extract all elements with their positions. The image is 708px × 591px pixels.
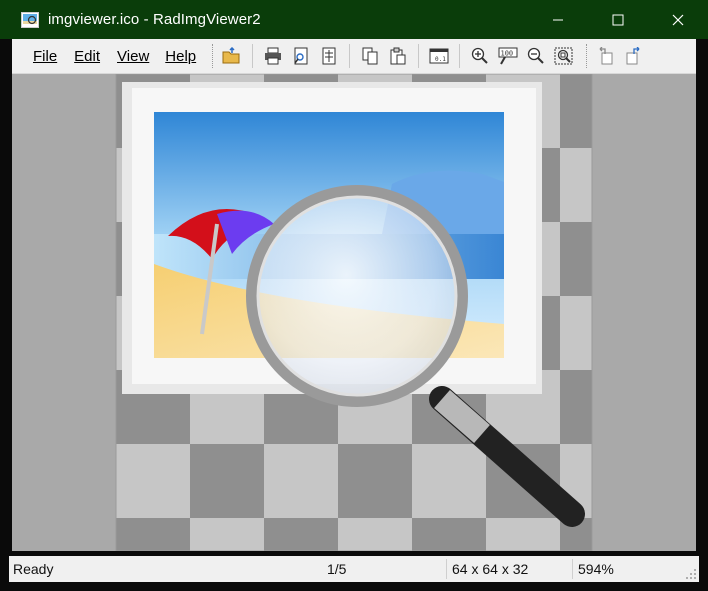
close-button[interactable]	[648, 0, 708, 39]
zoom-in-icon	[471, 47, 488, 64]
svg-text:100: 100	[501, 50, 514, 58]
properties-button[interactable]	[317, 44, 341, 68]
copy-button[interactable]	[358, 44, 382, 68]
toolbar-separator	[349, 44, 351, 68]
window-title: imgviewer.ico - RadImgViewer2	[48, 11, 261, 28]
rotate-right-button[interactable]	[622, 44, 646, 68]
print-preview-icon	[294, 47, 308, 65]
print-icon	[265, 47, 282, 65]
zoom-fit-button[interactable]	[552, 44, 576, 68]
menu-and-toolbar: File Edit View Help 0.1 100	[12, 39, 696, 74]
toolbar-grip[interactable]	[212, 44, 216, 68]
rotate-left-button[interactable]	[594, 44, 618, 68]
paste-icon	[390, 47, 406, 65]
status-divider	[446, 559, 447, 579]
menu-view[interactable]: View	[117, 48, 149, 65]
copy-icon	[362, 47, 378, 65]
status-dimensions: 64 x 64 x 32	[452, 561, 529, 577]
close-icon	[672, 14, 684, 25]
open-folder-icon	[222, 47, 240, 64]
image-canvas[interactable]	[12, 74, 696, 551]
toolbar-separator	[459, 44, 461, 68]
svg-text:0.1: 0.1	[435, 56, 446, 63]
app-window: imgviewer.ico - RadImgViewer2 File Edit …	[0, 0, 708, 591]
menu-edit[interactable]: Edit	[74, 48, 100, 65]
status-divider	[572, 559, 573, 579]
slideshow-icon: 0.1	[429, 48, 449, 64]
rotate-left-icon	[599, 47, 613, 65]
status-bar: Ready 1/5 64 x 64 x 32 594%	[9, 556, 699, 582]
status-frame: 1/5	[327, 561, 347, 577]
toolbar-separator	[418, 44, 420, 68]
zoom-out-icon	[527, 47, 544, 64]
open-button[interactable]	[220, 44, 244, 68]
actual-size-icon: 100	[498, 47, 518, 65]
image-viewer-icon[interactable]	[21, 11, 39, 28]
title-bar[interactable]: imgviewer.ico - RadImgViewer2	[0, 0, 708, 39]
minimize-icon	[553, 19, 563, 20]
slideshow-button[interactable]: 0.1	[427, 44, 451, 68]
print-button[interactable]	[261, 44, 285, 68]
paste-button[interactable]	[386, 44, 410, 68]
zoom-in-button[interactable]	[468, 44, 492, 68]
toolbar-separator	[252, 44, 254, 68]
maximize-button[interactable]	[588, 0, 648, 39]
zoom-fit-icon	[554, 47, 573, 65]
resize-grip-icon[interactable]	[685, 568, 697, 580]
toolbar-grip[interactable]	[586, 44, 590, 68]
minimize-button[interactable]	[528, 0, 588, 39]
zoom-out-button[interactable]	[524, 44, 548, 68]
menu-help[interactable]: Help	[165, 48, 196, 65]
actual-size-button[interactable]: 100	[496, 44, 520, 68]
print-preview-button[interactable]	[289, 44, 313, 68]
image-viewer-magnifier-icon	[115, 74, 593, 551]
maximize-icon	[612, 14, 624, 25]
status-state: Ready	[13, 561, 54, 577]
properties-icon	[322, 47, 336, 65]
menu-file[interactable]: File	[33, 48, 57, 65]
rotate-right-icon	[626, 47, 640, 65]
status-zoom: 594%	[578, 561, 614, 577]
